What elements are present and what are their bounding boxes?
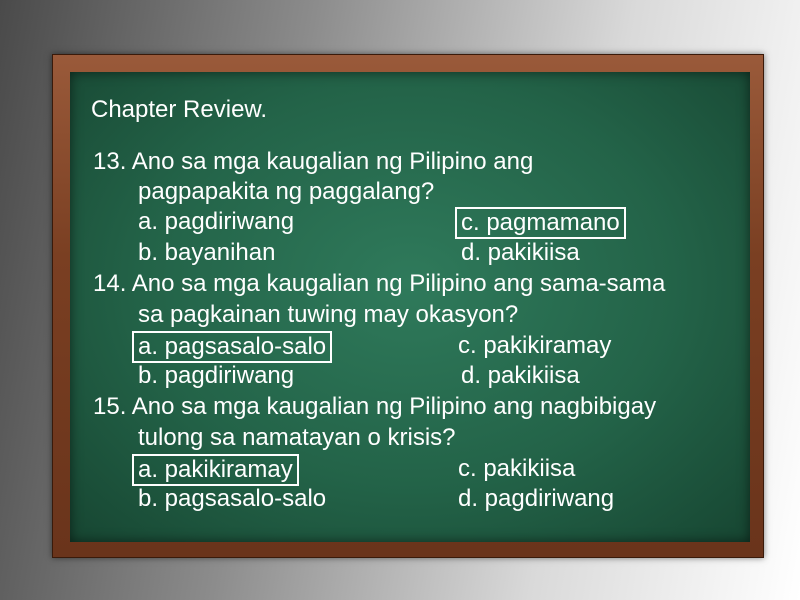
question-14-line-1: 14. Ano sa mga kaugalian ng Pilipino ang…	[93, 270, 666, 297]
question-14-option-d: d. pakikiisa	[461, 362, 580, 389]
question-13-option-a: a. pagdiriwang	[138, 208, 295, 235]
question-14-option-c: c. pakikiramay	[458, 332, 612, 359]
question-15-option-b: b. pagsasalo-salo	[138, 485, 327, 512]
question-14-option-a-answer: a. pagsasalo-salo	[132, 331, 333, 363]
question-13-option-d: d. pakikiisa	[461, 239, 580, 266]
question-15-line-2: tulong sa namatayan o krisis?	[138, 424, 456, 451]
question-13-option-c-answer: c. pagmamano	[455, 207, 626, 239]
question-13-line-1: 13. Ano sa mga kaugalian ng Pilipino ang	[93, 148, 534, 175]
question-15-line-1: 15. Ano sa mga kaugalian ng Pilipino ang…	[93, 393, 657, 420]
question-15-option-c: c. pakikiisa	[458, 455, 576, 482]
slide-title: Chapter Review.	[91, 96, 268, 123]
question-13-option-b: b. bayanihan	[138, 239, 276, 266]
question-14-option-b: b. pagdiriwang	[138, 362, 295, 389]
question-14-line-2: sa pagkainan tuwing may okasyon?	[138, 301, 519, 328]
question-15-option-a-answer: a. pakikiramay	[132, 454, 299, 486]
question-13-line-2: pagpapakita ng paggalang?	[138, 178, 435, 205]
question-15-option-d: d. pagdiriwang	[458, 485, 615, 512]
